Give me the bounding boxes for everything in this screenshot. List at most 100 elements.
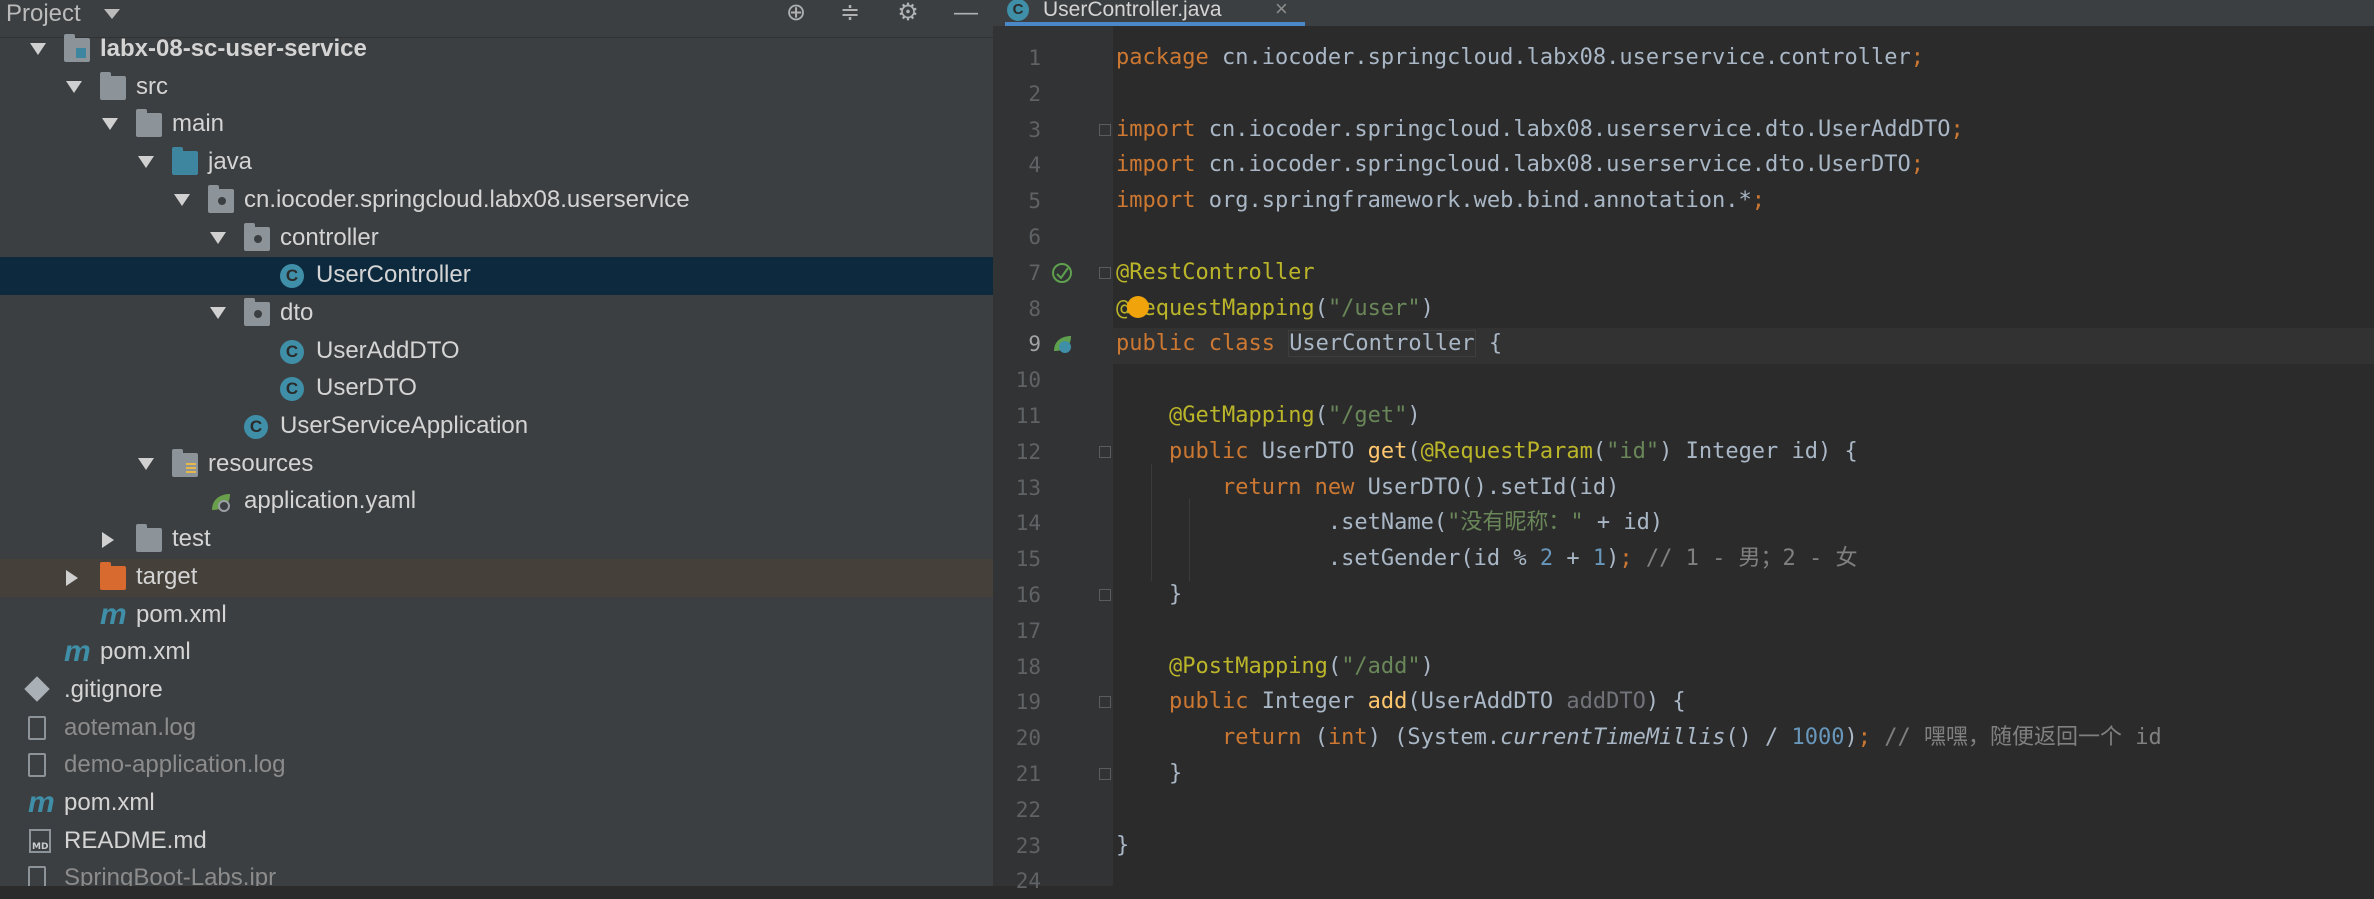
expand-down-icon[interactable] bbox=[138, 156, 154, 169]
line-number: 24 bbox=[1015, 869, 1041, 894]
tree-item[interactable]: MD README.md bbox=[0, 823, 993, 861]
code-line[interactable]: } bbox=[1116, 756, 1182, 792]
project-panel: Project ⊕ ≑ ⚙ — labx-08-sc-user-service s… bbox=[0, 0, 993, 886]
project-panel-title[interactable]: Project bbox=[6, 0, 81, 28]
tab-usercontroller-java[interactable]: C UserController.java × bbox=[1005, 0, 1305, 26]
expand-right-icon[interactable] bbox=[66, 569, 78, 586]
spring-boot-class-icon: C bbox=[244, 415, 268, 439]
collapse-all-icon[interactable]: ≑ bbox=[835, 0, 865, 28]
code-line[interactable]: import cn.iocoder.springcloud.labx08.use… bbox=[1116, 147, 1924, 183]
code-line[interactable]: @PostMapping("/add") bbox=[1116, 649, 1434, 685]
tree-item[interactable]: C UserDTO bbox=[0, 370, 993, 408]
tree-item[interactable]: SpringBoot-Labs.ipr bbox=[0, 860, 993, 886]
expand-down-icon[interactable] bbox=[138, 457, 154, 470]
tree-item[interactable]: src bbox=[0, 69, 993, 107]
tree-item-label: pom.xml bbox=[136, 600, 227, 628]
fold-marker-icon[interactable] bbox=[1099, 768, 1111, 780]
tree-item-label: aoteman.log bbox=[64, 713, 197, 741]
code-line[interactable]: package cn.iocoder.springcloud.labx08.us… bbox=[1116, 40, 1924, 76]
code-token: ; bbox=[1910, 152, 1924, 178]
tree-item[interactable]: application.yaml bbox=[0, 483, 993, 521]
code-token: 1000 bbox=[1791, 725, 1845, 751]
spring-controller-icon[interactable] bbox=[1051, 333, 1073, 355]
tree-item[interactable]: .gitignore bbox=[0, 672, 993, 710]
lightbulb-icon[interactable] bbox=[1127, 296, 1149, 318]
expand-down-icon[interactable] bbox=[102, 118, 118, 131]
expand-down-icon[interactable] bbox=[210, 231, 226, 244]
fold-marker-icon[interactable] bbox=[1099, 589, 1111, 601]
tree-item-label: test bbox=[172, 525, 211, 553]
chevron-down-icon[interactable] bbox=[104, 9, 120, 19]
tree-item[interactable]: java bbox=[0, 144, 993, 182]
tab-label: UserController.java bbox=[1043, 0, 1222, 21]
expand-down-icon[interactable] bbox=[174, 193, 190, 206]
line-number: 19 bbox=[1015, 690, 1041, 715]
fold-marker-icon[interactable] bbox=[1099, 696, 1111, 709]
tree-item[interactable]: labx-08-sc-user-service bbox=[0, 31, 993, 69]
minimize-icon[interactable]: — bbox=[951, 0, 981, 28]
tree-item-label: src bbox=[136, 72, 168, 100]
tree-item[interactable]: C UserController bbox=[0, 257, 993, 296]
tree-item[interactable]: main bbox=[0, 106, 993, 144]
code-token: import bbox=[1116, 116, 1209, 142]
code-token: ) { bbox=[1645, 689, 1686, 715]
tree-item[interactable]: C UserAddDTO bbox=[0, 333, 993, 371]
line-number: 17 bbox=[1015, 618, 1041, 643]
fold-marker-icon[interactable] bbox=[1099, 445, 1111, 458]
spring-bean-icon[interactable] bbox=[1051, 262, 1073, 284]
fold-marker-icon[interactable] bbox=[1099, 123, 1111, 136]
excluded-folder-icon bbox=[100, 561, 126, 590]
tree-item-label: README.md bbox=[64, 826, 207, 854]
tree-item[interactable]: controller bbox=[0, 220, 993, 258]
code-line[interactable]: public class UserController { bbox=[1116, 326, 1502, 362]
code-token: ( bbox=[1407, 438, 1421, 464]
tree-item[interactable]: target bbox=[0, 558, 993, 597]
code-line[interactable]: } bbox=[1116, 828, 1129, 864]
code-line[interactable]: @RequestMapping("/user") bbox=[1116, 291, 1434, 327]
code-token: () / bbox=[1725, 725, 1792, 751]
tree-item[interactable]: m pom.xml bbox=[0, 785, 993, 823]
code-line[interactable]: import cn.iocoder.springcloud.labx08.use… bbox=[1116, 112, 1964, 148]
tree-item[interactable]: C UserServiceApplication bbox=[0, 408, 993, 446]
code-token: "/get" bbox=[1327, 403, 1408, 428]
tree-item[interactable]: m pom.xml bbox=[0, 634, 993, 672]
tree-item-label: UserDTO bbox=[316, 374, 417, 402]
code-line[interactable]: .setGender(id % 2 + 1); // 1 - 男；2 - 女 bbox=[1116, 541, 1858, 577]
expand-down-icon[interactable] bbox=[66, 80, 82, 93]
folder-icon bbox=[136, 524, 162, 553]
code-token: { bbox=[1475, 331, 1503, 357]
code-token: org.springframework.web.bind.annotation.… bbox=[1208, 188, 1752, 214]
code-line[interactable]: .setName("没有昵称：" + id) bbox=[1116, 505, 1663, 541]
line-number: 20 bbox=[1015, 726, 1041, 751]
code-token: ) (System. bbox=[1367, 725, 1501, 751]
code-token: return bbox=[1221, 725, 1315, 751]
locate-icon[interactable]: ⊕ bbox=[781, 0, 811, 28]
code-line[interactable]: public Integer add(UserAddDTO addDTO) { bbox=[1116, 684, 1686, 720]
code-line[interactable]: return new UserDTO().setId(id) bbox=[1116, 470, 1619, 506]
code-line[interactable]: import org.springframework.web.bind.anno… bbox=[1116, 183, 1765, 219]
gear-icon[interactable]: ⚙ bbox=[893, 0, 923, 28]
tree-item[interactable]: resources bbox=[0, 446, 993, 484]
tree-item[interactable]: m pom.xml bbox=[0, 597, 993, 635]
code-token: } bbox=[1116, 761, 1183, 786]
code-line[interactable]: @RestController bbox=[1116, 255, 1315, 291]
tree-item[interactable]: demo-application.log bbox=[0, 747, 993, 785]
expand-down-icon[interactable] bbox=[210, 306, 226, 319]
code-line[interactable]: } bbox=[1116, 577, 1182, 613]
code-token: @PostMapping bbox=[1168, 653, 1328, 679]
tree-item[interactable]: test bbox=[0, 521, 993, 559]
tree-item[interactable]: cn.iocoder.springcloud.labx08.userservic… bbox=[0, 182, 993, 220]
code-token: cn.iocoder.springcloud.labx08.userservic… bbox=[1221, 45, 1911, 70]
code-line[interactable]: return (int) (System.currentTimeMillis()… bbox=[1116, 720, 2162, 756]
code-line[interactable]: public UserDTO get(@RequestParam("id") I… bbox=[1116, 434, 1858, 470]
fold-marker-icon[interactable] bbox=[1099, 266, 1111, 279]
close-icon[interactable]: × bbox=[1275, 0, 1288, 22]
tree-item[interactable]: dto bbox=[0, 295, 993, 333]
tree-item[interactable]: aoteman.log bbox=[0, 710, 993, 748]
tree-item-label: SpringBoot-Labs.ipr bbox=[64, 864, 277, 886]
expand-right-icon[interactable] bbox=[102, 532, 114, 549]
code-line[interactable]: @GetMapping("/get") bbox=[1116, 398, 1421, 434]
line-number: 4 bbox=[1028, 153, 1041, 178]
expand-down-icon[interactable] bbox=[30, 43, 46, 55]
line-number: 11 bbox=[1015, 404, 1041, 428]
